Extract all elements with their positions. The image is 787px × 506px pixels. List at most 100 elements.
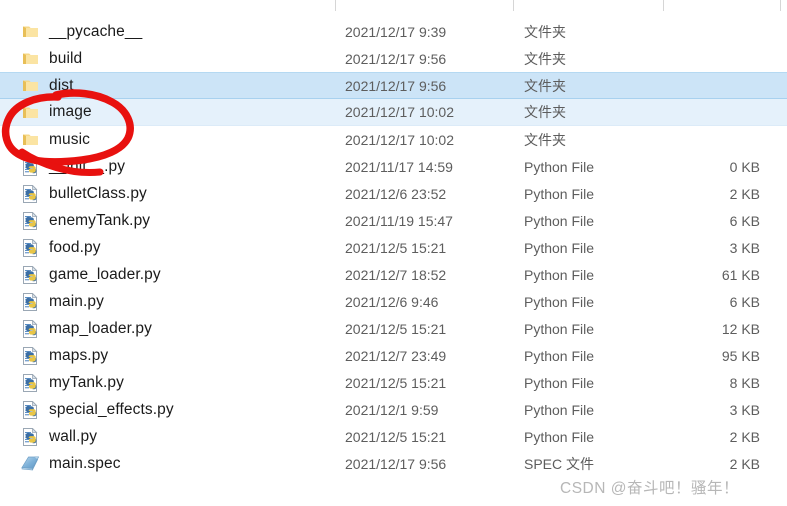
file-type-cell: Python File — [524, 320, 595, 337]
file-size-cell: 2 KB — [729, 185, 760, 202]
file-size-cell: 12 KB — [721, 320, 760, 337]
file-size-cell: 3 KB — [729, 401, 760, 418]
file-size-cell: 8 KB — [729, 374, 760, 391]
file-name-cell[interactable]: maps.py — [45, 347, 349, 365]
table-row[interactable]: build 2021/12/17 9:56 文件夹 — [0, 45, 787, 72]
table-row[interactable]: bulletClass.py 2021/12/6 23:52 Python File… — [0, 180, 787, 207]
python-file-icon-glyph — [22, 211, 37, 230]
python-file-icon-glyph — [22, 373, 37, 392]
file-name-cell[interactable]: image — [45, 103, 349, 121]
table-row[interactable]: enemyTank.py 2021/11/19 15:47 Python File 6… — [0, 207, 787, 234]
table-row[interactable]: image 2021/12/17 10:02 文件夹 — [0, 99, 787, 126]
spec-file-icon — [15, 455, 45, 472]
file-size-cell: 95 KB — [721, 347, 760, 364]
file-name-cell[interactable]: __init__.py — [45, 158, 349, 176]
table-row[interactable]: food.py 2021/12/5 15:21 Python File 3 KB — [0, 234, 787, 261]
python-file-icon-glyph — [22, 184, 37, 203]
file-size-cell: 6 KB — [729, 212, 760, 229]
folder-icon-glyph — [22, 26, 38, 37]
folder-icon — [15, 51, 45, 66]
file-type-cell: Python File — [524, 401, 595, 418]
date-modified-cell: 2021/12/6 9:46 — [345, 293, 439, 310]
folder-icon-glyph — [22, 80, 38, 91]
file-size-cell: 3 KB — [729, 239, 760, 256]
file-type-cell: Python File — [524, 266, 595, 283]
file-name-cell[interactable]: food.py — [45, 239, 349, 257]
spec-file-icon-glyph — [20, 456, 39, 471]
python-file-icon — [15, 184, 45, 203]
file-type-cell: Python File — [524, 428, 595, 445]
file-name-cell[interactable]: map_loader.py — [45, 320, 349, 338]
file-size-cell: 6 KB — [729, 293, 760, 310]
file-type-cell: 文件夹 — [524, 77, 566, 94]
table-row[interactable]: map_loader.py 2021/12/5 15:21 Python File 1… — [0, 315, 787, 342]
date-modified-cell: 2021/12/6 23:52 — [345, 185, 447, 202]
file-size-cell: 61 KB — [721, 266, 760, 283]
table-row[interactable]: main.py 2021/12/6 9:46 Python File 6 KB — [0, 288, 787, 315]
date-modified-cell: 2021/12/17 9:56 — [345, 455, 447, 472]
python-file-icon-glyph — [22, 292, 37, 311]
table-row[interactable]: __pycache__ 2021/12/17 9:39 文件夹 — [0, 18, 787, 45]
date-modified-cell: 2021/11/17 14:59 — [345, 158, 453, 175]
date-modified-cell: 2021/12/17 10:02 — [345, 131, 454, 148]
file-name-cell[interactable]: enemyTank.py — [45, 212, 349, 230]
table-row[interactable]: game_loader.py 2021/12/7 18:52 Python File… — [0, 261, 787, 288]
file-name-cell[interactable]: special_effects.py — [45, 401, 349, 419]
table-row[interactable]: dist 2021/12/17 9:56 文件夹 — [0, 72, 787, 99]
csdn-watermark: CSDN @奋斗吧！骚年！ — [560, 480, 739, 497]
file-name-cell[interactable]: __pycache__ — [45, 23, 349, 41]
python-file-icon — [15, 373, 45, 392]
table-row[interactable]: wall.py 2021/12/5 15:21 Python File 2 KB — [0, 423, 787, 450]
table-row[interactable]: music 2021/12/17 10:02 文件夹 — [0, 126, 787, 153]
table-row[interactable]: maps.py 2021/12/7 23:49 Python File 95 KB — [0, 342, 787, 369]
file-name-cell[interactable]: wall.py — [45, 428, 349, 446]
file-name-cell[interactable]: music — [45, 131, 349, 149]
file-size-cell: 2 KB — [729, 428, 760, 445]
file-name-cell[interactable]: myTank.py — [45, 374, 349, 392]
file-type-cell: 文件夹 — [524, 50, 566, 67]
table-row[interactable]: __init__.py 2021/11/17 14:59 Python File 0 … — [0, 153, 787, 180]
file-type-cell: Python File — [524, 293, 595, 310]
date-modified-cell: 2021/12/17 9:56 — [345, 50, 447, 67]
file-type-cell: Python File — [524, 239, 595, 256]
date-modified-cell: 2021/12/5 15:21 — [345, 320, 447, 337]
table-row[interactable]: special_effects.py 2021/12/1 9:59 Python F… — [0, 396, 787, 423]
folder-icon-glyph — [22, 107, 38, 118]
python-file-icon-glyph — [22, 238, 37, 257]
date-modified-cell: 2021/12/1 9:59 — [345, 401, 439, 418]
python-file-icon — [15, 211, 45, 230]
file-list: __pycache__ 2021/12/17 9:39 文件夹 build 2021/… — [0, 18, 787, 477]
file-size-cell: 2 KB — [729, 455, 760, 472]
date-modified-cell: 2021/12/5 15:21 — [345, 374, 447, 391]
python-file-icon — [15, 157, 45, 176]
column-separator-4[interactable] — [780, 0, 781, 11]
file-size-cell: 0 KB — [729, 158, 760, 175]
file-name-cell[interactable]: main.spec — [45, 455, 349, 473]
table-row[interactable]: myTank.py 2021/12/5 15:21 Python File 8 KB — [0, 369, 787, 396]
date-modified-cell: 2021/12/5 15:21 — [345, 428, 447, 445]
column-separator-3[interactable] — [663, 0, 664, 11]
python-file-icon-glyph — [22, 265, 37, 284]
file-type-cell: 文件夹 — [524, 23, 566, 40]
file-type-cell: Python File — [524, 185, 595, 202]
file-name-cell[interactable]: game_loader.py — [45, 266, 349, 284]
file-name-cell[interactable]: bulletClass.py — [45, 185, 349, 203]
date-modified-cell: 2021/11/19 15:47 — [345, 212, 453, 229]
python-file-icon — [15, 346, 45, 365]
file-name-cell[interactable]: build — [45, 50, 349, 68]
table-row[interactable]: main.spec 2021/12/17 9:56 SPEC 文件 2 KB — [0, 450, 787, 477]
column-separator-1[interactable] — [335, 0, 336, 11]
column-separator-2[interactable] — [513, 0, 514, 11]
file-type-cell: Python File — [524, 158, 595, 175]
date-modified-cell: 2021/12/7 23:49 — [345, 347, 447, 364]
python-file-icon — [15, 400, 45, 419]
file-type-cell: 文件夹 — [524, 104, 566, 120]
file-type-cell: Python File — [524, 212, 595, 229]
folder-icon — [15, 132, 45, 147]
file-name-cell[interactable]: dist — [45, 77, 349, 95]
folder-icon — [15, 24, 45, 39]
date-modified-cell: 2021/12/7 18:52 — [345, 266, 447, 283]
file-name-cell[interactable]: main.py — [45, 293, 349, 311]
folder-icon-glyph — [22, 134, 38, 145]
folder-icon — [15, 105, 45, 120]
